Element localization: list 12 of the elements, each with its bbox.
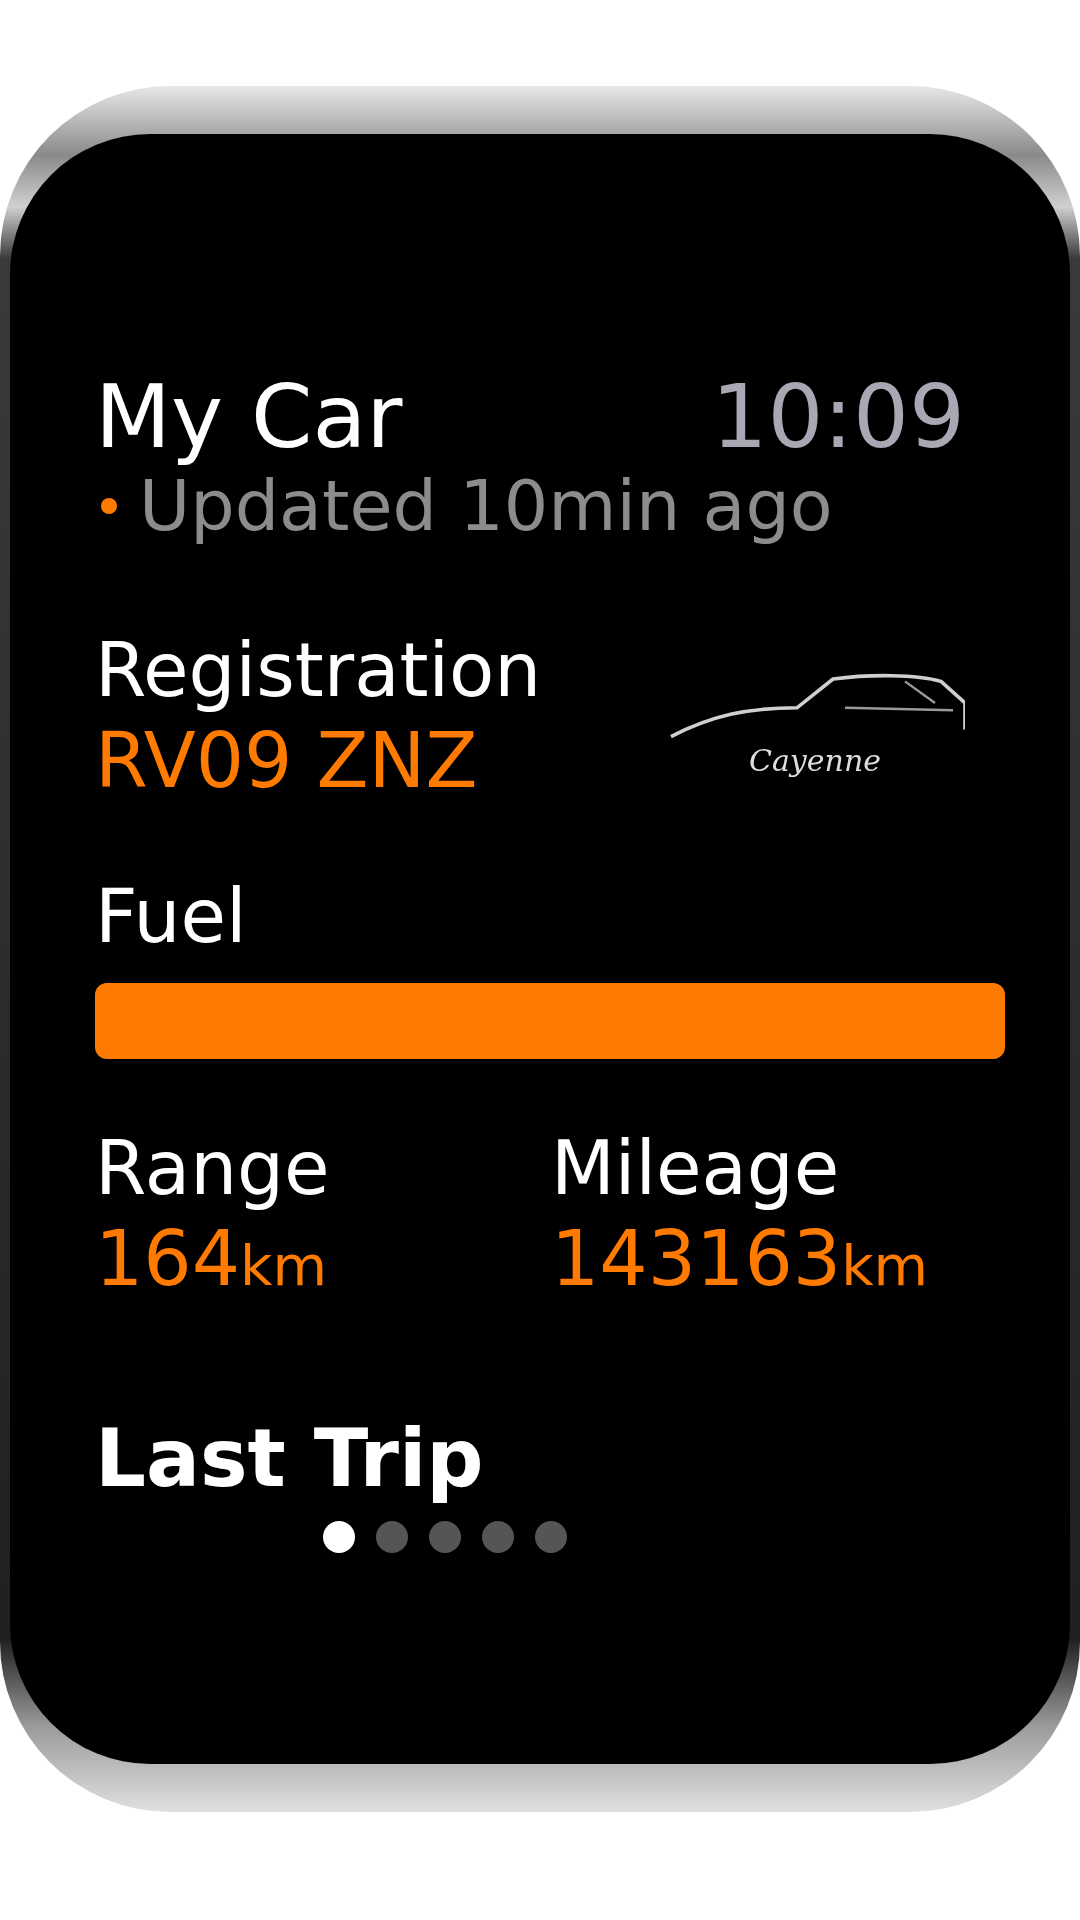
registration-label: Registration — [95, 626, 542, 715]
registration-value: RV09 ZNZ — [95, 715, 479, 807]
car-logo: Cayenne — [665, 666, 965, 778]
stat-label: Mileage — [551, 1124, 841, 1213]
fuel-label: Fuel — [95, 872, 248, 961]
clock-time: 10:09 — [711, 367, 965, 467]
section-title: Last Trip — [95, 1411, 485, 1507]
update-status-text: Updated 10min ago — [139, 465, 833, 549]
stat-label: Range — [95, 1124, 331, 1213]
stat-value: 143163km — [551, 1213, 930, 1305]
stat-value: 164km — [95, 1213, 329, 1305]
app-title: My Car — [95, 367, 403, 467]
